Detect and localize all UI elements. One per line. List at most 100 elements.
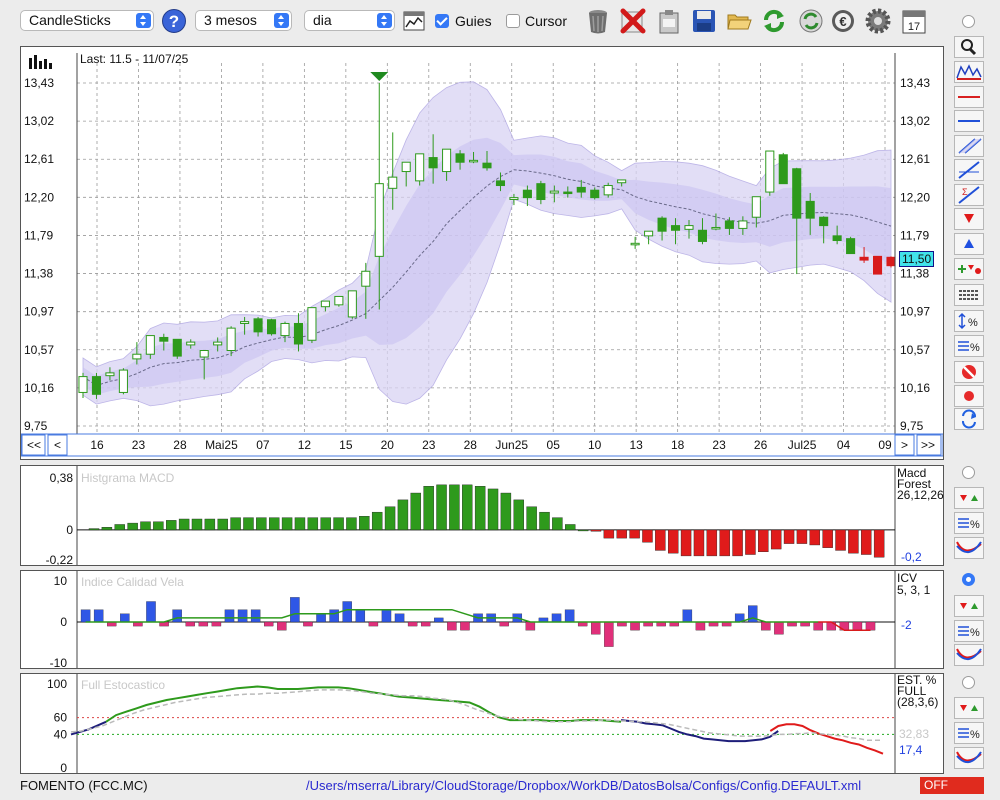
stochastic-panel-radio[interactable] <box>962 676 975 689</box>
zoom-button[interactable] <box>954 36 984 58</box>
macd-bar <box>423 486 434 531</box>
candle-body <box>374 183 384 257</box>
swap-button[interactable] <box>954 408 984 430</box>
grid-lines-button[interactable] <box>954 284 984 306</box>
x-axis-label: 26 <box>754 438 768 452</box>
currency-icon[interactable]: € <box>829 7 857 35</box>
candle-body <box>563 191 573 195</box>
macd-panel[interactable]: 0,38 0 -0,22 Histgrama MACD Macd Forest 26… <box>20 465 944 566</box>
percent-scale-button[interactable]: % <box>954 310 984 332</box>
horizontal-line-blue-button[interactable] <box>954 110 984 132</box>
config-path-link[interactable]: /Users/mserra/Library/CloudStorage/Dropb… <box>306 778 861 793</box>
candle-body <box>132 353 142 360</box>
icv-bar <box>630 621 640 631</box>
open-folder-icon[interactable] <box>725 7 753 35</box>
stochastic-panel[interactable]: 100 60 40 0 Full Estocastico EST. % FULL (2… <box>20 673 944 774</box>
percent-lines-button[interactable]: % <box>954 335 984 357</box>
indicator-button[interactable] <box>954 61 984 83</box>
sell-marker-button[interactable] <box>954 208 984 230</box>
icv-markers-button[interactable] <box>954 595 984 617</box>
y-tick-right: 13,43 <box>900 76 930 90</box>
stochastic-percent-lines-button[interactable]: % <box>954 722 984 744</box>
record-button[interactable] <box>954 385 984 407</box>
macd-bar <box>204 518 216 531</box>
candle-body <box>778 154 788 185</box>
macd-percent-lines-button[interactable]: % <box>954 512 984 534</box>
buy-marker-button[interactable] <box>954 233 984 255</box>
clipboard-icon[interactable] <box>655 7 683 35</box>
gear-icon[interactable] <box>864 7 892 35</box>
candle-body <box>536 183 546 201</box>
trash-icon[interactable] <box>584 7 612 35</box>
stochastic-curves-button[interactable] <box>954 747 984 769</box>
sync-icon[interactable] <box>797 7 825 35</box>
candle-body <box>320 300 330 308</box>
x-axis-label: Mai25 <box>205 438 238 452</box>
macd-bar <box>552 517 563 531</box>
macd-bar <box>693 529 705 557</box>
macd-title: Histgrama MACD <box>81 471 175 485</box>
chevron-updown-icon <box>274 13 289 28</box>
icv-panel-radio[interactable] <box>962 573 975 586</box>
icv-percent-lines-button[interactable]: % <box>954 620 984 642</box>
candle-body <box>280 322 290 337</box>
save-icon[interactable] <box>690 7 718 35</box>
trendline-tool-button[interactable] <box>954 159 984 181</box>
nav-prev-fast-label: << <box>27 438 41 452</box>
icv-bar <box>420 621 431 627</box>
icv-panel[interactable]: 10 0 -10 Indice Calidad Vela ICV 5, 3, 1 -… <box>20 570 944 669</box>
macd-bar <box>474 486 486 531</box>
period-select[interactable]: 3 mesos <box>195 10 292 31</box>
peak-marker-triangle <box>370 72 389 81</box>
fibonacci-tool-button[interactable]: Σ <box>954 184 984 206</box>
red-dot-icon <box>964 391 974 401</box>
svg-text:€: € <box>839 14 846 29</box>
stochastic-k-value: 17,4 <box>899 743 923 757</box>
status-off-button[interactable]: OFF <box>920 777 984 794</box>
macd-bar <box>243 517 254 531</box>
macd-y-tick: 0,38 <box>50 471 74 485</box>
macd-curves-button[interactable] <box>954 537 984 559</box>
channel-tool-button[interactable] <box>954 135 984 157</box>
icv-name: ICV 5, 3, 1 <box>897 572 930 596</box>
refresh-icon[interactable] <box>760 7 788 35</box>
icv-curves-button[interactable] <box>954 644 984 666</box>
horizontal-line-red-button[interactable] <box>954 86 984 108</box>
channel-icon <box>958 138 982 154</box>
stochastic-markers-button[interactable] <box>954 697 984 719</box>
x-axis-label: 05 <box>547 438 561 452</box>
chart-settings-icon[interactable] <box>403 10 425 32</box>
icv-bar <box>434 617 444 623</box>
candle-body <box>684 225 694 230</box>
chart-type-select[interactable]: CandleSticks <box>20 10 154 31</box>
down-up-arrows-icon <box>960 705 978 711</box>
candle-body <box>428 157 438 169</box>
macd-bar <box>178 518 190 531</box>
icv-y-tick: 0 <box>60 615 67 629</box>
candle-body <box>872 255 883 275</box>
x-axis-label: 20 <box>381 438 395 452</box>
macd-bar <box>629 529 640 539</box>
help-button[interactable]: ? <box>162 9 186 33</box>
delete-icon[interactable] <box>619 7 647 35</box>
remove-drawings-button[interactable] <box>954 361 984 383</box>
calendar-icon[interactable]: 17 <box>900 7 928 35</box>
price-chart-panel[interactable]: 13,43 13,43 13,02 13,02 12,61 12,61 12,20 12,20… <box>20 46 944 460</box>
candle-body <box>401 161 411 173</box>
guides-checkbox[interactable] <box>435 14 449 28</box>
macd-panel-radio[interactable] <box>962 466 975 479</box>
price-chart[interactable]: 13,43 13,43 13,02 13,02 12,61 12,61 12,20 12,20… <box>21 47 943 459</box>
macd-markers-button[interactable] <box>954 487 984 509</box>
fibonacci-icon: Σ <box>958 186 980 204</box>
markers-button[interactable] <box>954 258 984 280</box>
candle-body <box>886 256 896 267</box>
cursor-checkbox[interactable] <box>506 14 520 28</box>
ticker-label: FOMENTO (FCC.MC) <box>20 778 148 793</box>
macd-bar <box>371 511 383 531</box>
stochastic-name: EST. % FULL (28,3,6) <box>897 674 938 708</box>
interval-select[interactable]: dia <box>304 10 395 31</box>
candle-body <box>697 229 708 242</box>
main-panel-radio[interactable] <box>962 15 975 28</box>
curves-icon <box>956 751 982 763</box>
macd-bar <box>577 529 589 532</box>
